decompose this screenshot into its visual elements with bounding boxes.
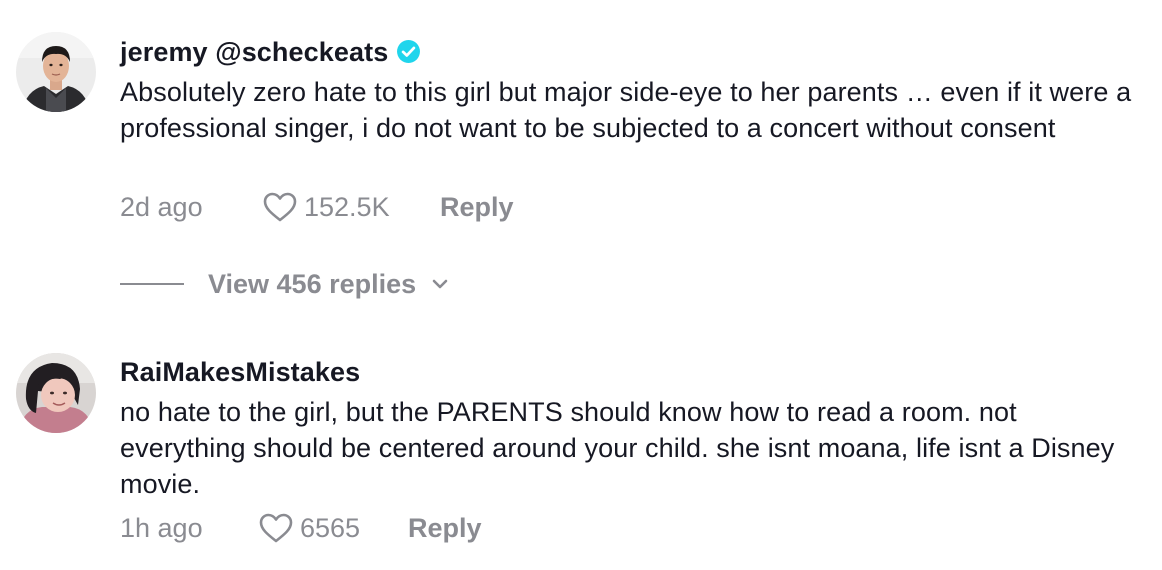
like-button[interactable]: 6565	[258, 512, 408, 544]
chevron-down-icon[interactable]	[430, 277, 450, 291]
view-replies-button[interactable]: View 456 replies	[120, 266, 450, 302]
like-count: 6565	[300, 512, 361, 543]
avatar-image	[16, 32, 96, 112]
username-text[interactable]: jeremy @scheckeats	[120, 37, 388, 67]
comment-timestamp: 2d ago	[120, 191, 203, 222]
like-count: 152.5K	[304, 191, 390, 222]
comment-text: Absolutely zero hate to this girl but ma…	[120, 77, 1132, 143]
reply-button[interactable]: Reply	[440, 192, 514, 223]
heart-outline-icon[interactable]	[262, 191, 298, 223]
reply-button[interactable]: Reply	[408, 513, 482, 544]
comment-meta: 2d ago 152.5K Reply	[120, 189, 514, 225]
comment-username[interactable]: jeremy @scheckeats	[120, 36, 421, 68]
comment-timestamp: 1h ago	[120, 512, 203, 543]
verified-check-icon	[397, 40, 421, 63]
avatar-image	[16, 353, 96, 433]
avatar[interactable]	[16, 32, 96, 112]
view-replies-label[interactable]: View 456 replies	[208, 269, 416, 300]
avatar[interactable]	[16, 353, 96, 433]
heart-outline-icon[interactable]	[258, 512, 294, 544]
like-button[interactable]: 152.5K	[262, 191, 440, 223]
username-text[interactable]: RaiMakesMistakes	[120, 357, 360, 387]
divider-line	[120, 283, 184, 285]
comment-username[interactable]: RaiMakesMistakes	[120, 356, 360, 388]
comment-text: no hate to the girl, but the PARENTS sho…	[120, 397, 1115, 499]
comment-meta: 1h ago 6565 Reply	[120, 510, 482, 546]
